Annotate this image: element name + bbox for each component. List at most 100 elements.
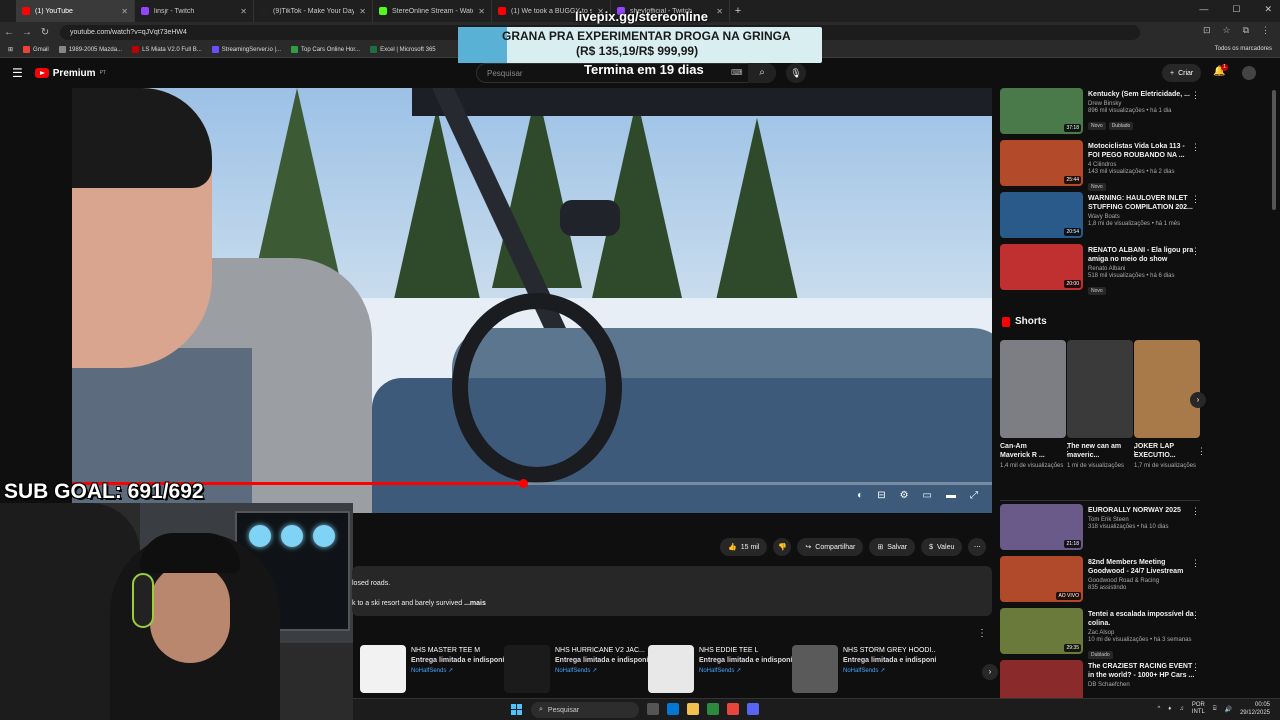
video-title[interactable]: RENATO ALBANI - Ela ligou pra amiga no m… [1088, 246, 1196, 264]
video-title[interactable]: Tentei a escalada impossível da colina. [1088, 610, 1196, 628]
video-thumbnail[interactable]: AO VIVO [1000, 556, 1083, 602]
all-bookmarks[interactable]: Todos os marcadores [1215, 46, 1272, 52]
video-thumbnail[interactable]: 25:44 [1000, 140, 1083, 186]
sidebar-video[interactable]: 29:35 Tentei a escalada impossível da col… [1000, 608, 1210, 660]
bookmark-item[interactable]: LS Miata V2.0 Full B... [132, 46, 202, 53]
product-card[interactable]: NHS EDDIE TEE L Entrega limitada e indisp… [648, 645, 792, 693]
browser-tab[interactable]: (1) YouTube ✕ [16, 0, 135, 22]
product-store-link[interactable]: NoHalfSends ↗ [555, 667, 648, 674]
subtitles-icon[interactable]: ⊟ [877, 490, 885, 501]
reload-icon[interactable]: ↻ [36, 27, 54, 38]
task-view-icon[interactable] [647, 703, 659, 715]
short-card[interactable]: JOKER LAP EXECUTIO... 1,7 mi de visualiza… [1134, 340, 1206, 470]
create-button[interactable]: + Criar [1162, 64, 1202, 82]
video-thumbnail[interactable]: 37:18 [1000, 88, 1083, 134]
sidebar-video[interactable]: 20:54 WARNING: HAULOVER INLET STUFFING CO… [1000, 192, 1210, 244]
product-store-link[interactable]: NoHalfSends ↗ [843, 667, 936, 674]
extensions-icon[interactable]: ⧉ [1243, 25, 1249, 36]
more-actions-button[interactable]: ⋯ [968, 538, 987, 556]
edge-icon[interactable] [667, 703, 679, 715]
install-icon[interactable]: ⊡ [1203, 25, 1211, 36]
video-menu-icon[interactable]: ⋮ [1191, 610, 1200, 621]
video-channel[interactable]: DB Schaefchen [1088, 682, 1196, 688]
windows-start-icon[interactable] [511, 704, 522, 715]
product-store-link[interactable]: NoHalfSends ↗ [699, 667, 792, 674]
video-menu-icon[interactable]: ⋮ [1191, 194, 1200, 205]
volume-icon[interactable]: 🔊 [1224, 706, 1231, 713]
video-thumbnail[interactable]: 29:35 [1000, 608, 1083, 654]
video-title[interactable]: Kentucky (Sem Eletricidade, ... [1088, 90, 1196, 99]
product-card[interactable]: NHS MASTER TEE M Entrega limitada e indis… [360, 645, 504, 693]
sidebar-video[interactable]: AO VIVO 82nd Members Meeting Goodwood - 2… [1000, 556, 1210, 608]
scrubber-handle[interactable] [518, 479, 528, 488]
product-card[interactable]: NHS HURRICANE V2 JAC... Entrega limitada … [504, 645, 648, 693]
bookmark-item[interactable]: Top Cars Online Hor... [291, 46, 360, 53]
youtube-logo[interactable]: Premium PT [34, 68, 106, 79]
video-title[interactable]: WARNING: HAULOVER INLET STUFFING COMPILA… [1088, 194, 1196, 212]
video-player[interactable]: ◐ ⊟ ⚙ ▭ ▬ ⤢ [72, 88, 992, 513]
input-language[interactable]: POR INTL [1192, 702, 1205, 716]
video-menu-icon[interactable]: ⋮ [1191, 246, 1200, 257]
video-title[interactable]: Motociclistas Vida Loka 113 - FOI PEGO R… [1088, 142, 1196, 160]
thanks-button[interactable]: $ Valeu [921, 538, 963, 556]
menu-icon[interactable]: ⋮ [1261, 25, 1270, 36]
minimize-icon[interactable]: — [1199, 4, 1208, 15]
dislike-button[interactable]: 👎 [773, 538, 792, 556]
video-description[interactable]: losed roads. k to a ski resort and barel… [352, 566, 992, 616]
avatar[interactable] [1242, 66, 1256, 80]
save-button[interactable]: ⊞ Salvar [869, 538, 916, 556]
sidebar-video[interactable]: 37:18 Kentucky (Sem Eletricidade, ... Drew… [1000, 88, 1210, 140]
tab-close-icon[interactable]: ✕ [121, 7, 128, 16]
taskbar-search[interactable]: ⌕ Pesquisar [531, 702, 639, 718]
bookmark-item[interactable]: Gmail [23, 46, 49, 53]
short-card[interactable]: Can-Am Maverick R ... 1,4 mil de visualiz… [1000, 340, 1072, 470]
product-card[interactable]: NHS STORM GREY HOODI... Entrega limitada … [792, 645, 936, 693]
keyboard-icon[interactable]: ⌨ [731, 68, 743, 77]
network-icon[interactable]: ⌸ [1213, 706, 1217, 713]
tray-app-icon[interactable]: ♦ [1168, 706, 1171, 712]
video-channel[interactable]: 4 Cilindros [1088, 162, 1196, 168]
scrollbar[interactable] [1272, 90, 1276, 210]
shelf-next-icon[interactable]: › [982, 664, 998, 680]
short-thumbnail[interactable] [1134, 340, 1200, 438]
short-thumbnail[interactable] [1000, 340, 1066, 438]
maximize-icon[interactable]: ☐ [1232, 4, 1240, 15]
video-channel[interactable]: Goodwood Road & Racing [1088, 578, 1196, 584]
short-title[interactable]: The new can am maveric... [1067, 442, 1123, 460]
short-thumbnail[interactable] [1067, 340, 1133, 438]
sidebar-video[interactable]: 20:00 RENATO ALBANI - Ela ligou pra amiga… [1000, 244, 1210, 296]
video-title[interactable]: EURORALLY NORWAY 2025 [1088, 506, 1196, 515]
miniplayer-icon[interactable]: ▭ [923, 490, 932, 501]
star-icon[interactable]: ☆ [1222, 25, 1230, 36]
sidebar-video[interactable]: 25:44 Motociclistas Vida Loka 113 - FOI P… [1000, 140, 1210, 192]
video-channel[interactable]: Renato Albani [1088, 266, 1196, 272]
short-card[interactable]: The new can am maveric... 1 mi de visuali… [1067, 340, 1139, 470]
tray-chevron-icon[interactable]: ^ [1157, 706, 1160, 712]
video-channel[interactable]: Wavy Boats [1088, 214, 1196, 220]
video-menu-icon[interactable]: ⋮ [1191, 506, 1200, 517]
close-window-icon[interactable]: ✕ [1264, 4, 1272, 15]
chrome-icon[interactable] [727, 703, 739, 715]
video-channel[interactable]: Tom Erik Steen [1088, 517, 1196, 523]
tab-close-icon[interactable]: ✕ [240, 7, 247, 16]
tray-app-icon[interactable]: ♫ [1179, 706, 1184, 712]
discord-icon[interactable] [747, 703, 759, 715]
theater-icon[interactable]: ▬ [946, 490, 956, 501]
browser-tab[interactable]: (9)TikTok - Make Your Day ✕ [254, 0, 373, 22]
file-explorer-icon[interactable] [687, 703, 699, 715]
hamburger-menu-icon[interactable]: ☰ [12, 66, 23, 80]
video-thumbnail[interactable]: 20:54 [1000, 192, 1083, 238]
video-thumbnail[interactable]: 20:00 [1000, 244, 1083, 290]
bookmark-item[interactable]: 1989-2005 Mazda... [58, 46, 122, 53]
like-button[interactable]: 👍 15 mil [720, 538, 768, 556]
video-menu-icon[interactable]: ⋮ [1191, 662, 1200, 673]
video-menu-icon[interactable]: ⋮ [1191, 558, 1200, 569]
settings-icon[interactable]: ⚙ [900, 490, 909, 501]
shorts-next-icon[interactable]: › [1190, 392, 1206, 408]
tab-close-icon[interactable]: ✕ [359, 7, 366, 16]
video-channel[interactable]: Zac Alsop [1088, 630, 1196, 636]
video-title[interactable]: 82nd Members Meeting Goodwood - 24/7 Liv… [1088, 558, 1196, 576]
show-more-link[interactable]: ...mais [464, 600, 486, 607]
autoplay-toggle-icon[interactable]: ◐ [857, 490, 863, 501]
video-menu-icon[interactable]: ⋮ [1191, 90, 1200, 101]
